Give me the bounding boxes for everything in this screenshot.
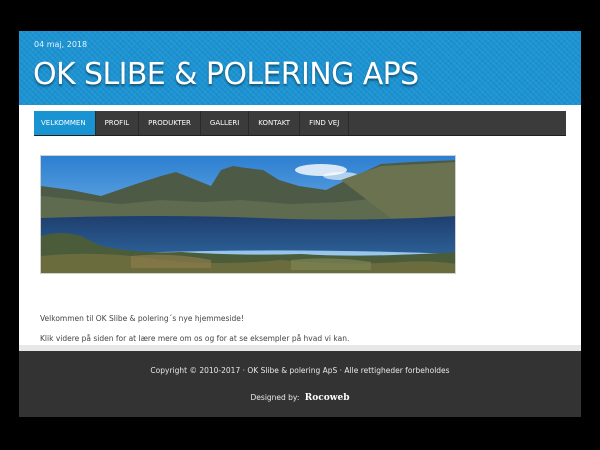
header-date: 04 maj, 2018 (34, 40, 88, 49)
page-frame: 04 maj, 2018 OK SLIBE & POLERING APS VEL… (19, 31, 581, 417)
nav-item-velkommen[interactable]: VELKOMMEN (34, 111, 96, 135)
mountain-lake-image (41, 156, 455, 273)
designed-by-label: Designed by: (250, 393, 300, 402)
nav-item-profil[interactable]: PROFIL (96, 111, 140, 135)
site-title[interactable]: OK SLIBE & POLERING APS (33, 56, 419, 94)
site-footer: Copyright © 2010-2017 · OK Slibe & poler… (19, 351, 581, 417)
content-area: VELKOMMEN PROFIL PRODUKTER GALLERI KONTA… (19, 105, 581, 345)
designer-brand-link[interactable]: Rocoweb (305, 393, 350, 403)
main-nav: VELKOMMEN PROFIL PRODUKTER GALLERI KONTA… (34, 111, 566, 136)
copyright-text: Copyright © 2010-2017 · OK Slibe & poler… (150, 366, 450, 375)
info-text: Klik videre på siden for at lære mere om… (40, 334, 350, 343)
nav-item-galleri[interactable]: GALLERI (201, 111, 250, 135)
nav-item-find-vej[interactable]: FIND VEJ (300, 111, 350, 135)
designed-by: Designed by: Rocoweb (19, 393, 581, 403)
welcome-text: Velkommen til OK Slibe & polering´s nye … (40, 314, 244, 323)
nav-item-produkter[interactable]: PRODUKTER (139, 111, 201, 135)
nav-item-kontakt[interactable]: KONTAKT (249, 111, 301, 135)
site-header: 04 maj, 2018 OK SLIBE & POLERING APS (19, 31, 581, 105)
banner-image (40, 155, 456, 274)
